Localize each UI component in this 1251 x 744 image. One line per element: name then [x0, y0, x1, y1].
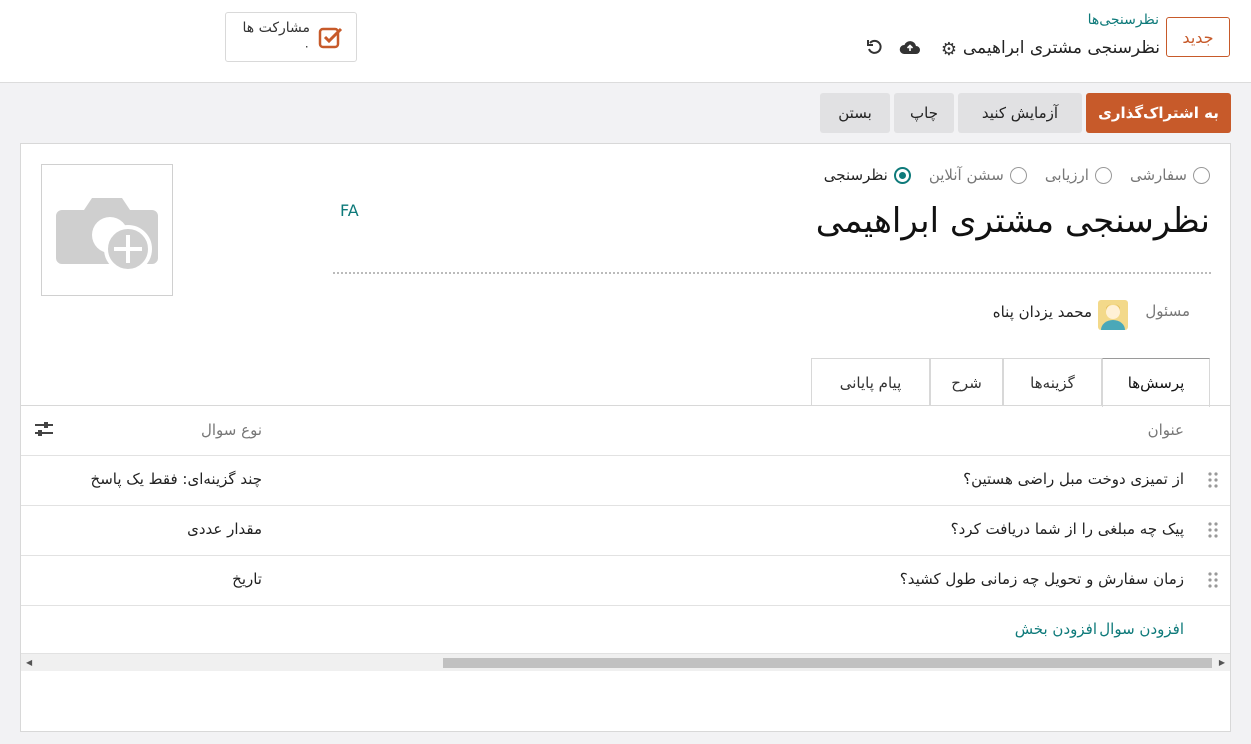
survey-title-input[interactable]: نظرسنجی مشتری ابراهیمی: [816, 201, 1210, 241]
question-title: از تمیزی دوخت مبل راضی هستین؟: [963, 470, 1184, 488]
scrollbar-thumb[interactable]: [443, 658, 1212, 668]
participations-label: مشارکت ها: [242, 20, 310, 36]
add-section-link[interactable]: افزودن بخش: [1015, 620, 1097, 638]
participations-count: ۰: [303, 39, 310, 53]
drag-handle-icon[interactable]: [1208, 521, 1218, 539]
table-row[interactable]: از تمیزی دوخت مبل راضی هستین؟ چند گزینه‌…: [21, 455, 1230, 505]
cloud-save-icon[interactable]: [897, 36, 923, 58]
scroll-right-icon[interactable]: ▶: [1219, 658, 1225, 667]
horizontal-scrollbar[interactable]: ◀ ▶: [21, 653, 1230, 671]
question-title: زمان سفارش و تحویل چه زمانی طول کشید؟: [899, 570, 1184, 588]
new-button[interactable]: جدید: [1166, 17, 1230, 57]
column-header-title[interactable]: عنوان: [1148, 421, 1184, 439]
tab-questions[interactable]: پرسش‌ها: [1102, 358, 1210, 407]
print-button[interactable]: چاپ: [894, 93, 954, 133]
breadcrumb-surveys[interactable]: نظرسنجی‌ها: [1088, 12, 1159, 28]
question-type: تاریخ: [232, 570, 262, 588]
participations-button[interactable]: مشارکت ها ۰: [225, 12, 357, 62]
gear-icon[interactable]: ⚙: [938, 38, 960, 60]
question-title: پیک چه مبلغی را از شما دریافت کرد؟: [950, 520, 1184, 538]
question-type: مقدار عددی: [187, 520, 262, 538]
discard-icon[interactable]: [864, 36, 886, 58]
image-upload[interactable]: [41, 164, 173, 296]
radio-custom[interactable]: سفارشی: [1130, 166, 1210, 184]
form-sheet: نظرسنجی سشن آنلاین ارزیابی سفارشی نظرسنج…: [20, 143, 1231, 732]
sliders-icon[interactable]: [33, 418, 55, 440]
tab-options[interactable]: گزینه‌ها: [1003, 358, 1102, 406]
radio-live-session[interactable]: سشن آنلاین: [929, 166, 1027, 184]
survey-type-radios: نظرسنجی سشن آنلاین ارزیابی سفارشی: [824, 166, 1210, 184]
tab-end-message[interactable]: پیام پایانی: [811, 358, 930, 406]
title-underline: [333, 272, 1211, 274]
question-type: چند گزینه‌ای: فقط یک پاسخ: [90, 470, 262, 488]
table-row[interactable]: زمان سفارش و تحویل چه زمانی طول کشید؟ تا…: [21, 555, 1230, 605]
record-title: نظرسنجی مشتری ابراهیمی: [962, 38, 1160, 58]
radio-survey[interactable]: نظرسنجی: [824, 166, 911, 184]
table-row[interactable]: پیک چه مبلغی را از شما دریافت کرد؟ مقدار…: [21, 505, 1230, 555]
drag-handle-icon[interactable]: [1208, 571, 1218, 589]
tabs-divider: [21, 405, 1230, 406]
add-line-row: افزودن سوال افزودن بخش: [21, 605, 1230, 653]
control-panel: جدید نظرسنجی‌ها نظرسنجی مشتری ابراهیمی ⚙…: [0, 0, 1251, 83]
add-question-link[interactable]: افزودن سوال: [1099, 620, 1184, 638]
responsible-field[interactable]: محمد یزدان پناه: [993, 303, 1092, 321]
tab-description[interactable]: شرح: [930, 358, 1003, 406]
scroll-left-icon[interactable]: ◀: [26, 658, 32, 667]
language-button[interactable]: FA: [340, 201, 359, 220]
drag-handle-icon[interactable]: [1208, 471, 1218, 489]
responsible-label: مسئول: [1145, 302, 1190, 320]
close-button[interactable]: بستن: [820, 93, 890, 133]
avatar: [1098, 300, 1128, 330]
camera-plus-icon: [56, 198, 158, 273]
column-header-type[interactable]: نوع سوال: [201, 421, 262, 439]
test-button[interactable]: آزمایش کنید: [958, 93, 1082, 133]
radio-assessment[interactable]: ارزیابی: [1045, 166, 1112, 184]
share-button[interactable]: به اشتراک‌گذاری: [1086, 93, 1231, 133]
checkbox-check-icon: [318, 24, 344, 50]
